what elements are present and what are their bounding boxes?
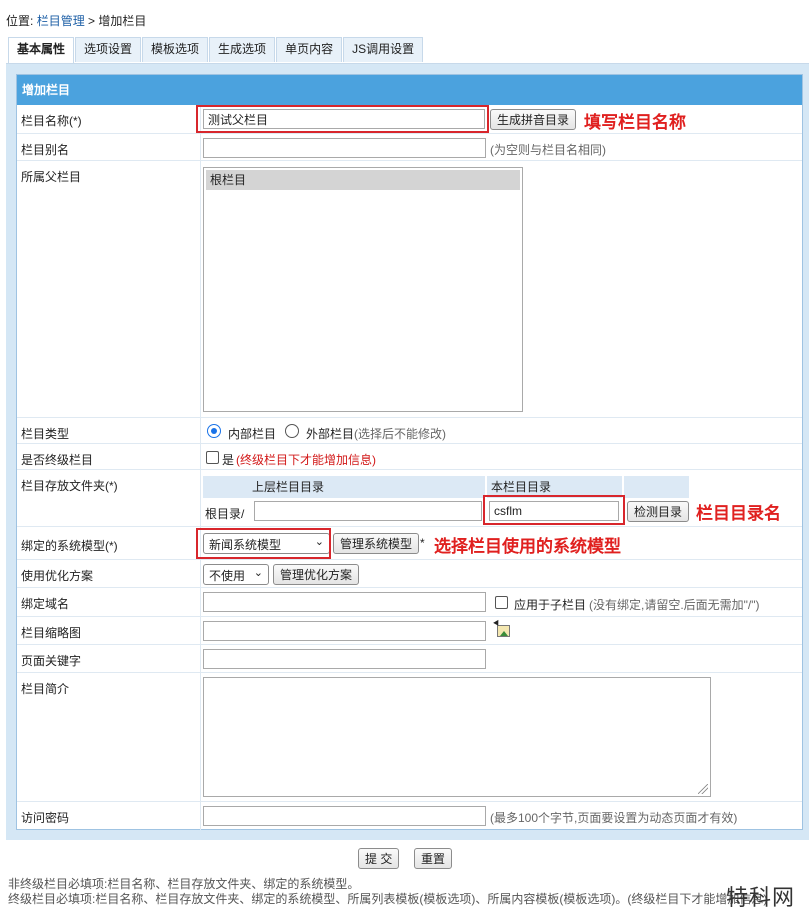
password-input[interactable] [203,806,486,826]
intro-label: 栏目简介 [21,682,70,696]
parent-label: 所属父栏目 [21,170,82,184]
row-optimize: 使用优化方案 不使用 ⌄ 管理优化方案 [17,560,802,588]
form-header: 增加栏目 [17,75,802,105]
thumb-label: 栏目缩略图 [21,626,82,640]
column-alias-input[interactable] [203,138,486,158]
tab-generate[interactable]: 生成选项 [209,37,276,62]
resize-grip-icon[interactable] [698,784,708,794]
generate-pinyin-button[interactable]: 生成拼音目录 [490,109,577,130]
row-domain: 绑定域名 应用于子栏目 (没有绑定,请留空.后面无需加"/") [17,588,802,617]
type-hint: (选择后不能修改) [354,427,446,441]
folder-root-label: 根目录/ [205,507,245,521]
apply-subcolumn-label: 应用于子栏目 [514,598,587,612]
type-label: 栏目类型 [21,427,70,441]
breadcrumb-current: 增加栏目 [98,14,147,28]
tab-js-settings[interactable]: JS调用设置 [343,37,424,62]
thumb-input[interactable] [203,621,486,641]
manage-optimize-button[interactable]: 管理优化方案 [273,564,360,585]
highlight-folder [483,495,625,525]
tab-basic[interactable]: 基本属性 [8,37,75,63]
image-picker-icon[interactable] [497,625,510,637]
submit-button[interactable]: 提 交 [358,848,400,869]
apply-subcolumn-checkbox[interactable] [495,596,508,609]
intro-textarea[interactable] [203,677,711,797]
add-column-form: 增加栏目 栏目名称(*) 生成拼音目录 填写栏目名称 栏目别名 (为空则与栏目名… [16,74,803,830]
final-check-label: 是 [222,453,235,467]
row-thumb: 栏目缩略图 [17,617,802,645]
row-folder: 栏目存放文件夹(*) 上层栏目目录 本栏目目录 根目录/ 检测目录 栏目目录名 [17,470,802,527]
annotation-name: 填写栏目名称 [584,113,686,132]
manage-model-button[interactable]: 管理系统模型 [333,533,420,554]
radio-internal[interactable] [207,424,221,438]
final-label: 是否终级栏目 [21,453,94,467]
chevron-down-icon: ⌄ [253,567,263,579]
form-actions: 提 交 重置 [0,846,809,870]
alias-label: 栏目别名 [21,143,70,157]
row-type: 栏目类型 内部栏目 外部栏目 (选择后不能修改) [17,418,802,444]
highlight-model [196,528,331,559]
radio-external[interactable] [285,424,299,438]
password-label: 访问密码 [21,811,70,825]
breadcrumb-separator: > [88,14,96,28]
folder-label: 栏目存放文件夹(*) [21,479,118,493]
breadcrumb: 位置: 栏目管理 > 增加栏目 [6,12,146,29]
name-label: 栏目名称(*) [21,114,82,128]
final-checkbox[interactable] [206,451,219,464]
tab-single-page[interactable]: 单页内容 [276,37,343,62]
notes-line-1: 非终级栏目必填项:栏目名称、栏目存放文件夹、绑定的系统模型。 [8,877,360,891]
check-folder-button[interactable]: 检测目录 [627,501,690,522]
tab-panel: 增加栏目 栏目名称(*) 生成拼音目录 填写栏目名称 栏目别名 (为空则与栏目名… [6,63,809,840]
keywords-label: 页面关键字 [21,654,82,668]
tab-templates[interactable]: 模板选项 [142,37,209,62]
breadcrumb-prefix: 位置: [6,14,34,28]
domain-hint: (没有绑定,请留空.后面无需加"/") [589,598,760,612]
alias-hint: (为空则与栏目名相同) [490,143,606,157]
reset-button[interactable]: 重置 [414,848,453,869]
optimize-label: 使用优化方案 [21,569,94,583]
optimize-select[interactable]: 不使用 ⌄ [203,564,269,585]
tab-options[interactable]: 选项设置 [75,37,142,62]
highlight-name [196,105,489,133]
parent-option-root[interactable]: 根栏目 [206,170,520,190]
row-keywords: 页面关键字 [17,645,802,673]
row-password: 访问密码 (最多100个字节,页面要设置为动态页面才有效) [17,802,802,830]
final-hint: (终级栏目下才能增加信息) [236,453,376,467]
domain-input[interactable] [203,592,486,612]
annotation-model: 选择栏目使用的系统模型 [434,537,621,556]
row-alias: 栏目别名 (为空则与栏目名相同) [17,134,802,161]
notes-line-2: 终级栏目必填项:栏目名称、栏目存放文件夹、绑定的系统模型、所属列表模板(模板选项… [8,892,768,906]
model-required-star: * [420,536,425,550]
breadcrumb-link-column-manage[interactable]: 栏目管理 [37,14,85,28]
domain-label: 绑定域名 [21,597,70,611]
parent-folder-input[interactable] [254,501,482,521]
parent-column-listbox[interactable]: 根栏目 [203,167,523,412]
folder-col-parent: 上层栏目目录 [203,476,485,498]
row-name: 栏目名称(*) 生成拼音目录 填写栏目名称 [17,105,802,134]
row-final: 是否终级栏目 是 (终级栏目下才能增加信息) [17,444,802,470]
model-label: 绑定的系统模型(*) [21,539,118,553]
required-notes: 非终级栏目必填项:栏目名称、栏目存放文件夹、绑定的系统模型。 终级栏目必填项:栏… [8,877,767,907]
annotation-folder: 栏目目录名 [696,504,781,523]
watermark-logo: 特科网 [725,886,795,911]
radio-external-label: 外部栏目 [306,427,355,441]
optimize-selected: 不使用 [209,569,246,583]
tab-bar: 基本属性 选项设置 模板选项 生成选项 单页内容 JS调用设置 [8,37,424,63]
row-model: 绑定的系统模型(*) 新闻系统模型 ⌄ 管理系统模型 * 选择栏目使用的系统模型 [17,527,802,560]
password-hint: (最多100个字节,页面要设置为动态页面才有效) [490,811,738,825]
keywords-input[interactable] [203,649,486,669]
row-parent: 所属父栏目 根栏目 [17,161,802,418]
row-intro: 栏目简介 [17,673,802,802]
radio-internal-label: 内部栏目 [228,427,277,441]
